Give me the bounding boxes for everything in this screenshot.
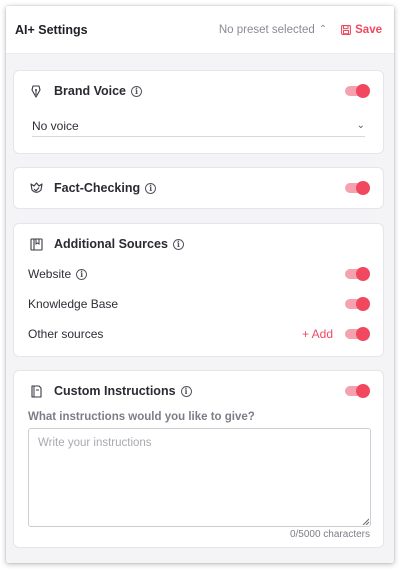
brand-voice-toggle[interactable] [345, 84, 370, 98]
header-actions: No preset selected ⌃ Save [219, 24, 382, 36]
toggle-knob [356, 267, 370, 281]
fact-checking-toggle[interactable] [345, 181, 370, 195]
brand-voice-title: Brand Voice [54, 84, 127, 98]
add-source-button[interactable]: + Add [302, 327, 333, 341]
website-toggle[interactable] [345, 267, 370, 281]
other-sources-toggle[interactable] [345, 327, 370, 341]
page-title: AI+ Settings [15, 22, 88, 37]
preset-dropdown[interactable]: No preset selected ⌃ [219, 24, 327, 36]
brand-voice-header: Brand Voice i [28, 83, 370, 99]
custom-instructions-header: Custom Instructions i [28, 383, 370, 399]
pen-nib-icon [28, 83, 44, 99]
source-row-other: Other sources + Add [28, 326, 370, 342]
book-icon [28, 236, 44, 252]
source-label: Other sources [28, 327, 104, 341]
document-icon [28, 383, 44, 399]
source-row-knowledge-base: Knowledge Base [28, 296, 370, 312]
toggle-knob [356, 181, 370, 195]
additional-sources-card: Additional Sources i Website i Knowledge… [13, 223, 384, 357]
resize-handle-icon[interactable] [362, 518, 369, 525]
toggle-knob [356, 327, 370, 341]
info-icon[interactable]: i [131, 85, 143, 97]
additional-sources-header: Additional Sources i [28, 236, 369, 252]
source-label: Website [28, 267, 72, 281]
chevron-up-icon: ⌃ [318, 24, 328, 35]
save-icon [341, 24, 352, 35]
toggle-knob [356, 297, 370, 311]
character-counter: 0/5000 characters [289, 529, 370, 540]
fact-checking-title: Fact-Checking [54, 181, 141, 195]
voice-select-value: No voice [32, 118, 79, 133]
info-icon[interactable]: i [76, 268, 88, 280]
info-icon[interactable]: i [180, 385, 192, 397]
brand-voice-card: Brand Voice i No voice ⌄ [13, 70, 384, 154]
chevron-down-icon: ⌄ [356, 120, 365, 131]
source-row-website: Website i [28, 266, 370, 282]
save-label: Save [355, 23, 382, 36]
fact-checking-card: Fact-Checking i [13, 167, 384, 209]
fact-checking-header: Fact-Checking i [28, 180, 370, 196]
instructions-question: What instructions would you like to give… [28, 411, 255, 423]
save-button[interactable]: Save [341, 24, 382, 36]
shield-check-icon [28, 180, 44, 196]
toggle-knob [356, 84, 370, 98]
source-label: Knowledge Base [28, 297, 119, 311]
ai-settings-panel: AI+ Settings No preset selected ⌃ Save B… [6, 6, 394, 563]
custom-instructions-toggle[interactable] [345, 384, 370, 398]
custom-instructions-card: Custom Instructions i What instructions … [13, 370, 384, 548]
info-icon[interactable]: i [145, 182, 157, 194]
voice-select[interactable]: No voice ⌄ [32, 115, 365, 137]
preset-label: No preset selected [218, 23, 315, 36]
settings-header: AI+ Settings No preset selected ⌃ Save [6, 6, 394, 54]
knowledge-base-toggle[interactable] [345, 297, 370, 311]
toggle-knob [356, 384, 370, 398]
info-icon[interactable]: i [172, 238, 184, 250]
custom-instructions-title: Custom Instructions [54, 384, 176, 398]
additional-sources-title: Additional Sources [54, 237, 168, 251]
instructions-textarea[interactable] [28, 428, 371, 527]
